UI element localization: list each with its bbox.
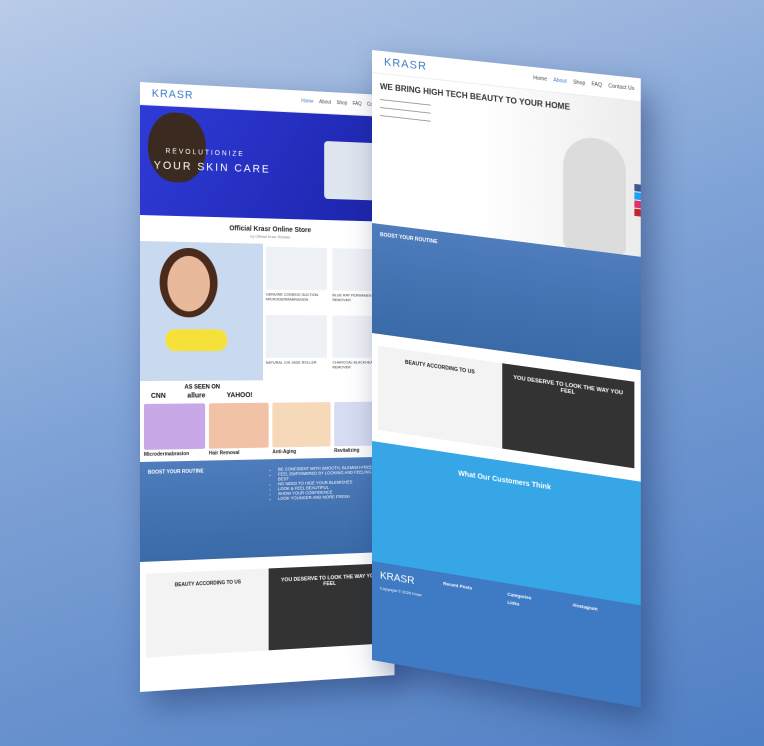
pinterest-icon[interactable] [634, 208, 641, 217]
beauty-left-title: BEAUTY ACCORDING TO US [404, 359, 475, 376]
tulips [165, 329, 228, 352]
instagram-icon[interactable] [634, 200, 641, 209]
product-name: NATURAL CHI JADE ROLLER [265, 359, 317, 365]
routine-title: BOOST YOUR ROUTINE [147, 468, 204, 476]
nav-shop[interactable]: Shop [337, 100, 348, 106]
product-image [265, 314, 327, 358]
category-image [208, 402, 269, 449]
beauty-right-title: YOU DESERVE TO LOOK THE WAY YOU FEEL [281, 573, 378, 588]
beauty-section: BEAUTY ACCORDING TO US YOU DESERVE TO LO… [145, 563, 390, 658]
product-image [265, 246, 327, 291]
site-logo[interactable]: KRASR [152, 88, 194, 102]
product-name: BLUE RAY PERMANENT REMOVER [332, 292, 374, 303]
product-name: GENUINE COMEDO SUCTION MICRODERMABRASION [265, 291, 319, 302]
testimonials-title: What Our Customers Think [458, 470, 552, 492]
beauty-right-title: YOU DESERVE TO LOOK THE WAY YOU FEEL [513, 374, 624, 397]
model-face [167, 255, 210, 312]
social-sidebar [634, 183, 641, 218]
product-card[interactable]: NATURAL CHI JADE ROLLER [263, 312, 330, 380]
category-card[interactable]: Anti-Aging [272, 402, 331, 456]
allure-logo: allure [187, 392, 206, 400]
yahoo-logo: YAHOO! [226, 392, 253, 400]
routine-section: BOOST YOUR ROUTINE BE CONFIDENT WITH SMO… [140, 456, 395, 562]
nav-about[interactable]: About [319, 99, 331, 105]
nav-shop[interactable]: Shop [573, 79, 585, 86]
category-image [143, 403, 206, 450]
nav-home[interactable]: Home [301, 98, 313, 104]
category-image [272, 402, 331, 448]
category-card[interactable]: Microdermabrasion [143, 403, 206, 458]
product-card[interactable]: GENUINE COMEDO SUCTION MICRODERMABRASION [263, 244, 330, 313]
facebook-icon[interactable] [634, 183, 641, 192]
about-model-image [563, 134, 626, 255]
instagram-heading: #instagram [572, 602, 598, 612]
routine-list: BE CONFIDENT WITH SMOOTH, BLEMISH-FREE S… [271, 464, 388, 549]
cnn-logo: CNN [150, 392, 166, 400]
nav-about[interactable]: About [553, 77, 567, 85]
press-logos: CNN allure YAHOO! [140, 392, 263, 400]
routine-title: BOOST YOUR ROUTINE [379, 232, 438, 246]
recent-posts-heading: Recent Posts [443, 580, 473, 591]
nav-contact[interactable]: Contact Us [608, 83, 634, 92]
nav-home[interactable]: Home [533, 75, 547, 83]
category-card[interactable]: Hair Removal [208, 402, 269, 457]
hero-banner: REVOLUTIONIZE YOUR SKIN CARE [140, 105, 395, 222]
category-title: Anti-Aging [272, 448, 297, 456]
twitter-icon[interactable] [634, 192, 641, 201]
nav-faq[interactable]: FAQ [592, 81, 602, 88]
as-seen-on-heading: AS SEEN ON [184, 384, 220, 391]
site-logo[interactable]: KRASR [384, 56, 427, 73]
left-page-mockup: KRASR Home About Shop FAQ Contact Us REV… [140, 82, 395, 692]
beauty-left-title: BEAUTY ACCORDING TO US [174, 579, 241, 589]
product-name: CHARCOAL BLACKHEAD REMOVER [332, 359, 376, 370]
category-row: Microdermabrasion Hair Removal Anti-Agin… [140, 398, 395, 462]
product-grid: GENUINE COMEDO SUCTION MICRODERMABRASION… [140, 241, 395, 381]
nav-faq[interactable]: FAQ [353, 101, 362, 107]
category-title: Microdermabrasion [143, 451, 190, 458]
right-page-mockup: KRASR Home About Shop FAQ Contact Us WE … [372, 50, 641, 708]
category-title: Hair Removal [208, 450, 240, 457]
featured-model-image [140, 241, 264, 381]
